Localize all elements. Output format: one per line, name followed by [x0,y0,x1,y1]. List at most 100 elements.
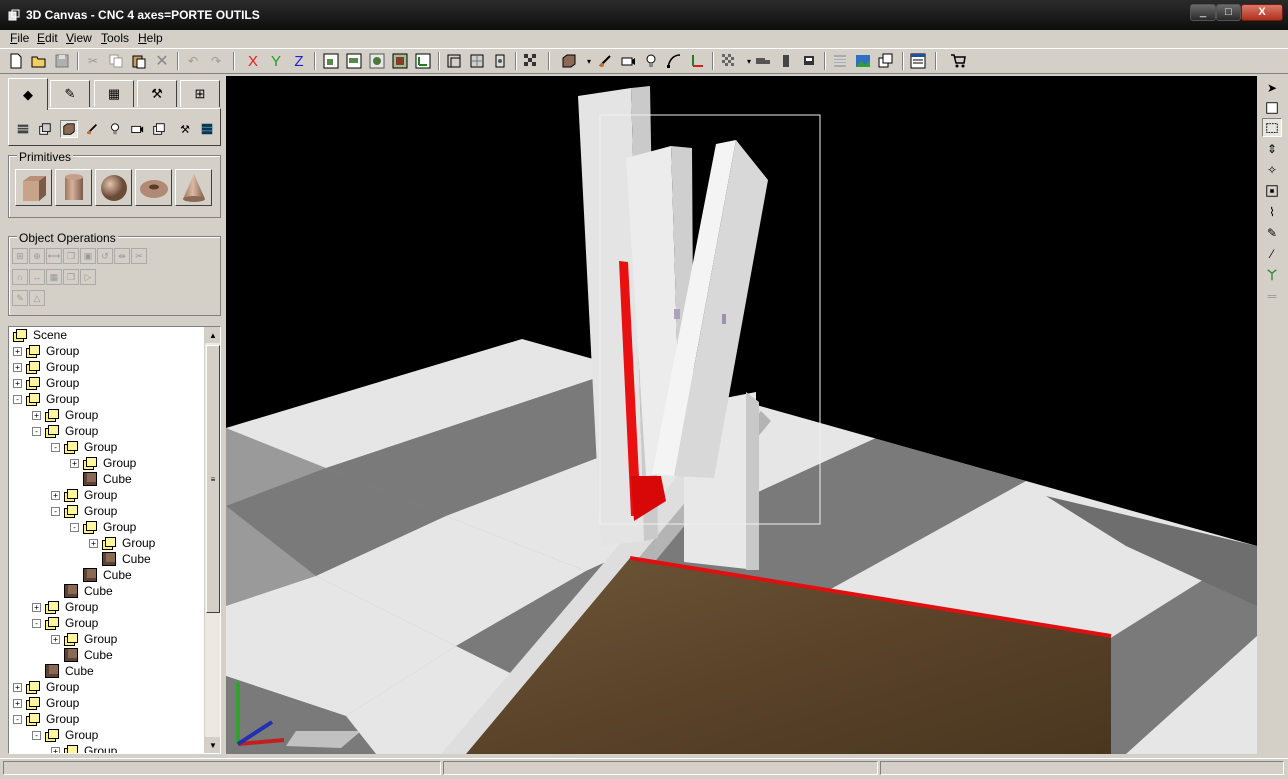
tree-node-group[interactable]: - Group [70,519,136,535]
collapse-minus-icon[interactable]: - [32,730,41,740]
view-top-icon[interactable] [345,52,363,70]
expand-plus-icon[interactable]: + [13,378,22,388]
spline-curve-icon[interactable] [665,52,683,70]
sphere-primitive-button[interactable] [95,169,132,206]
view-front-icon[interactable] [322,52,340,70]
camera-icon[interactable] [619,52,637,70]
shopping-cart-icon[interactable] [949,52,967,70]
expand-plus-icon[interactable]: + [13,346,22,356]
tree-node-group[interactable]: + Group [51,631,117,647]
tree-node-cube[interactable]: Cube [89,551,151,567]
new-file-icon[interactable] [7,52,25,70]
rectangle-select-icon[interactable] [1262,98,1282,117]
paint-bucket-icon[interactable]: ✎ [1262,223,1282,242]
move-vertical-icon[interactable]: ⇕ [1262,139,1282,158]
tree-node-group[interactable]: - Group [13,711,79,727]
collapse-minus-icon[interactable]: - [70,522,79,532]
cone-primitive-button[interactable] [175,169,212,206]
menu-tools[interactable]: Tools [101,31,129,45]
layer-icon[interactable] [14,120,32,138]
tree-node-cube[interactable]: Cube [51,583,113,599]
brush-icon[interactable]: ⌇ [1262,202,1282,221]
truck-icon[interactable] [754,52,772,70]
menu-help[interactable]: Help [138,31,163,45]
landscape-image-icon[interactable] [854,52,872,70]
tree-node-group[interactable]: + Group [13,375,79,391]
cube-mode-icon[interactable] [60,120,78,138]
op-duplicate-icon[interactable]: ❐ [63,248,79,264]
properties-panel-icon[interactable] [909,52,927,70]
op-extrude-icon[interactable]: ❒ [63,269,79,285]
tree-node-group[interactable]: - Group [32,615,98,631]
expand-plus-icon[interactable]: + [13,362,22,372]
tree-node-group[interactable]: - Group [13,391,79,407]
bus-icon[interactable] [800,52,818,70]
op-rotate-icon[interactable]: ↺ [97,248,113,264]
view-axes-icon[interactable] [414,52,432,70]
scroll-thumb[interactable]: ≡ [206,345,220,613]
collapse-minus-icon[interactable]: - [13,714,22,724]
box-object-icon[interactable] [560,52,578,70]
collapse-minus-icon[interactable]: - [51,442,60,452]
tree-node-group[interactable]: + Group [32,407,98,423]
bone-icon[interactable] [596,52,614,70]
wireframe-icon[interactable] [445,52,463,70]
tree-node-group[interactable]: - Group [32,727,98,743]
expand-plus-icon[interactable]: + [32,602,41,612]
redo-icon[interactable]: ↷ [207,52,225,70]
menu-file[interactable]: File [10,31,29,45]
menu-view[interactable]: View [66,31,92,45]
view-grid-icon[interactable] [368,52,386,70]
op-triangulate-icon[interactable]: △ [29,290,45,306]
frame-icon[interactable] [1262,181,1282,200]
expand-plus-icon[interactable]: + [70,458,79,468]
op-paint-icon[interactable]: ✎ [12,290,28,306]
eyedropper-icon[interactable]: ⁄ [1262,244,1282,263]
pointer-arrow-icon[interactable]: ➤ [1262,78,1282,97]
cut-scissors-icon[interactable]: ✂ [84,52,102,70]
camera-mode-icon[interactable] [128,120,146,138]
tree-node-group[interactable]: - Group [51,439,117,455]
op-path-icon[interactable]: ↔ [29,269,45,285]
tree-scrollbar[interactable]: ▲ ≡ ▼ [204,327,220,753]
tree-node-group[interactable]: + Group [89,535,155,551]
pattern-icon[interactable] [720,52,738,70]
axis-pivot-icon[interactable] [1262,265,1282,284]
open-folder-icon[interactable] [30,52,48,70]
op-frame-icon[interactable]: ▣ [80,248,96,264]
collapse-minus-icon[interactable]: - [32,618,41,628]
expand-plus-icon[interactable]: + [51,634,60,644]
magic-wand-icon[interactable]: ✧ [1262,160,1282,179]
bone-mode-icon[interactable] [83,120,101,138]
expand-plus-icon[interactable]: + [32,410,41,420]
tree-node-group[interactable]: + Group [51,487,117,503]
cylinder-primitive-button[interactable] [55,169,92,206]
collapse-minus-icon[interactable]: - [13,394,22,404]
expand-plus-icon[interactable]: + [89,538,98,548]
checker-icon[interactable] [522,52,540,70]
undo-icon[interactable]: ↶ [184,52,202,70]
tree-node-group[interactable]: Scene [13,327,67,343]
collapse-minus-icon[interactable]: - [32,426,41,436]
tab-hierarchy[interactable]: ⊞ [180,80,220,107]
marquee-select-icon[interactable] [1262,118,1282,137]
shaded-icon[interactable] [468,52,486,70]
expand-plus-icon[interactable]: + [51,490,60,500]
3d-viewport[interactable] [226,76,1257,754]
tree-node-cube[interactable]: Cube [32,663,94,679]
delete-x-icon[interactable]: ✕ [153,52,171,70]
texture-strip-icon[interactable] [831,52,849,70]
cube-primitive-button[interactable] [15,169,52,206]
axis-y-constraint-button[interactable]: Y [267,52,285,70]
light-bulb-icon[interactable] [642,52,660,70]
tree-node-cube[interactable]: Cube [70,567,132,583]
tree-node-group[interactable]: - Group [32,423,98,439]
scroll-down-icon[interactable]: ▼ [205,737,220,753]
tree-node-group[interactable]: + Group [32,599,98,615]
terminal-mode-icon[interactable] [198,120,216,138]
view-side-icon[interactable] [391,52,409,70]
tree-node-group[interactable]: + Group [13,695,79,711]
op-grid-icon[interactable]: ⊞ [12,248,28,264]
axis-z-constraint-button[interactable]: Z [290,52,308,70]
tree-node-group[interactable]: + Group [70,455,136,471]
